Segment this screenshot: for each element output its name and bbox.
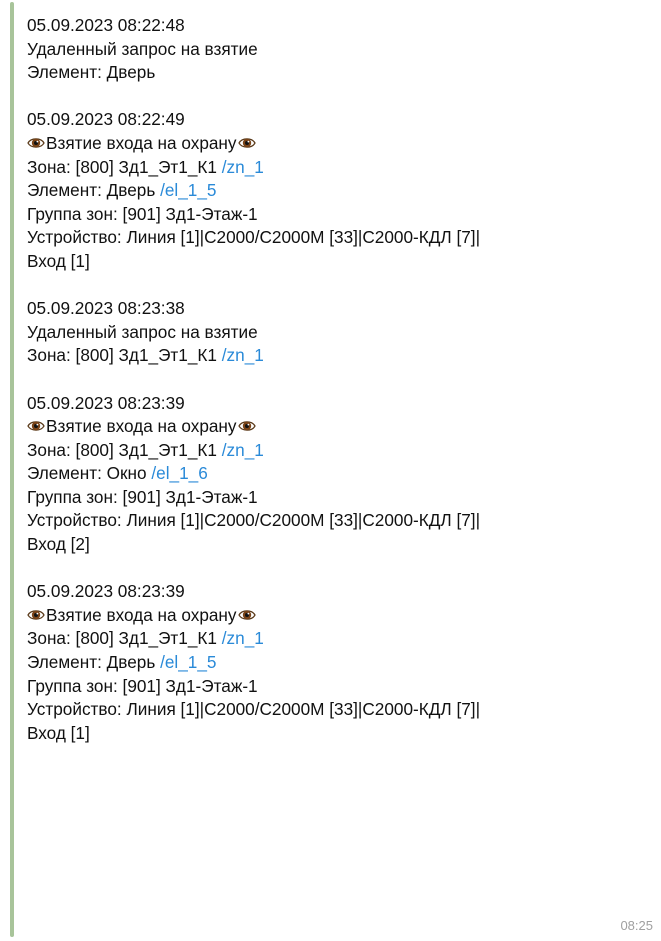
- event-line: Взятие входа на охрану: [27, 415, 647, 439]
- command-link[interactable]: /zn_1: [222, 628, 264, 648]
- event-text: 05.09.2023 08:22:48: [27, 15, 185, 35]
- event-line: Группа зон: [901] Зд1-Этаж-1: [27, 675, 647, 699]
- command-link[interactable]: /zn_1: [222, 440, 264, 460]
- event-list: 05.09.2023 08:22:48 Удаленный запрос на в…: [27, 14, 647, 745]
- event-line: Вход [1]: [27, 250, 647, 274]
- event-text: Вход [1]: [27, 722, 90, 743]
- message-time: 08:25: [620, 918, 653, 933]
- message-accent-bar: [10, 2, 14, 937]
- event-text: Взятие входа на охрану: [46, 416, 237, 437]
- eye-icon: [237, 610, 256, 620]
- event-block: 05.09.2023 08:23:39 Взятие входа на охран…: [27, 580, 647, 745]
- event-text: Группа зон: [901] Зд1-Этаж-1: [27, 203, 258, 224]
- event-text: Группа зон: [901] Зд1-Этаж-1: [27, 486, 258, 507]
- event-text: Элемент: Окно: [27, 463, 152, 484]
- event-line: Элемент: Окно /el_1_6: [27, 462, 647, 486]
- event-line: Группа зон: [901] Зд1-Этаж-1: [27, 486, 647, 510]
- event-line: Вход [2]: [27, 533, 647, 557]
- event-text: Устройство: Линия [1]|С2000/С2000М [33]|…: [27, 510, 481, 531]
- event-text: Зона: [800] Зд1_Эт1_К1: [27, 628, 222, 649]
- event-text: Устройство: Линия [1]|С2000/С2000М [33]|…: [27, 227, 481, 248]
- event-text: 05.09.2023 08:23:39: [27, 581, 185, 602]
- event-line: Элемент: Дверь: [27, 61, 647, 85]
- event-block: 05.09.2023 08:22:49 Взятие входа на охран…: [27, 108, 647, 273]
- command-link[interactable]: /el_1_5: [160, 652, 216, 672]
- event-text: Элемент: Дверь: [27, 62, 156, 83]
- event-line: Устройство: Линия [1]|С2000/С2000М [33]|…: [27, 698, 647, 722]
- command-link[interactable]: /zn_1: [222, 345, 264, 365]
- event-line: Элемент: Дверь /el_1_5: [27, 651, 647, 675]
- event-line: Устройство: Линия [1]|С2000/С2000М [33]|…: [27, 226, 647, 250]
- event-text: 05.09.2023 08:23:39: [27, 392, 185, 413]
- event-line: Элемент: Дверь /el_1_5: [27, 179, 647, 203]
- event-line: Зона: [800] Зд1_Эт1_К1 /zn_1: [27, 439, 647, 463]
- event-block: 05.09.2023 08:22:48 Удаленный запрос на в…: [27, 14, 647, 85]
- event-text: 05.09.2023 08:23:38: [27, 298, 185, 319]
- event-line: Группа зон: [901] Зд1-Этаж-1: [27, 203, 647, 227]
- event-text: Элемент: Дверь: [27, 180, 161, 201]
- event-line: 05.09.2023 08:23:38: [27, 297, 647, 321]
- command-link[interactable]: /el_1_5: [160, 180, 216, 200]
- event-text: Зона: [800] Зд1_Эт1_К1: [27, 439, 222, 460]
- event-line: Зона: [800] Зд1_Эт1_К1 /zn_1: [27, 627, 647, 651]
- event-text: 05.09.2023 08:22:49: [27, 109, 185, 130]
- event-line: Устройство: Линия [1]|С2000/С2000М [33]|…: [27, 509, 647, 533]
- event-text: Удаленный запрос на взятие: [27, 38, 258, 59]
- event-block: 05.09.2023 08:23:39 Взятие входа на охран…: [27, 392, 647, 557]
- event-line: Взятие входа на охрану: [27, 132, 647, 156]
- eye-icon: [237, 138, 256, 148]
- eye-icon: [27, 421, 45, 431]
- event-line: Удаленный запрос на взятие: [27, 321, 647, 345]
- event-text: Зона: [800] Зд1_Эт1_К1: [27, 156, 222, 177]
- event-line: 05.09.2023 08:23:39: [27, 392, 647, 416]
- eye-icon: [27, 610, 45, 620]
- eye-icon: [237, 421, 256, 431]
- event-text: Группа зон: [901] Зд1-Этаж-1: [27, 675, 258, 696]
- event-text: Взятие входа на охрану: [46, 604, 237, 625]
- event-line: 05.09.2023 08:23:39: [27, 580, 647, 604]
- event-text: Вход [1]: [27, 250, 90, 271]
- event-block: 05.09.2023 08:23:38 Удаленный запрос на в…: [27, 297, 647, 368]
- command-link[interactable]: /zn_1: [222, 157, 264, 177]
- event-line: Вход [1]: [27, 722, 647, 746]
- event-text: Элемент: Дверь: [27, 652, 161, 673]
- event-text: Вход [2]: [27, 534, 90, 555]
- event-line: Зона: [800] Зд1_Эт1_К1 /zn_1: [27, 156, 647, 180]
- eye-icon: [27, 138, 45, 148]
- event-text: Устройство: Линия [1]|С2000/С2000М [33]|…: [27, 699, 481, 720]
- event-line: Взятие входа на охрану: [27, 604, 647, 628]
- event-text: Взятие входа на охрану: [46, 132, 237, 153]
- event-text: Удаленный запрос на взятие: [27, 321, 258, 342]
- event-line: Удаленный запрос на взятие: [27, 38, 647, 62]
- event-line: Зона: [800] Зд1_Эт1_К1 /zn_1: [27, 344, 647, 368]
- command-link[interactable]: /el_1_6: [151, 463, 207, 483]
- event-text: Зона: [800] Зд1_Эт1_К1: [27, 345, 222, 366]
- event-line: 05.09.2023 08:22:48: [27, 14, 647, 38]
- event-line: 05.09.2023 08:22:49: [27, 108, 647, 132]
- message-bubble: 05.09.2023 08:22:48 Удаленный запрос на в…: [27, 14, 647, 745]
